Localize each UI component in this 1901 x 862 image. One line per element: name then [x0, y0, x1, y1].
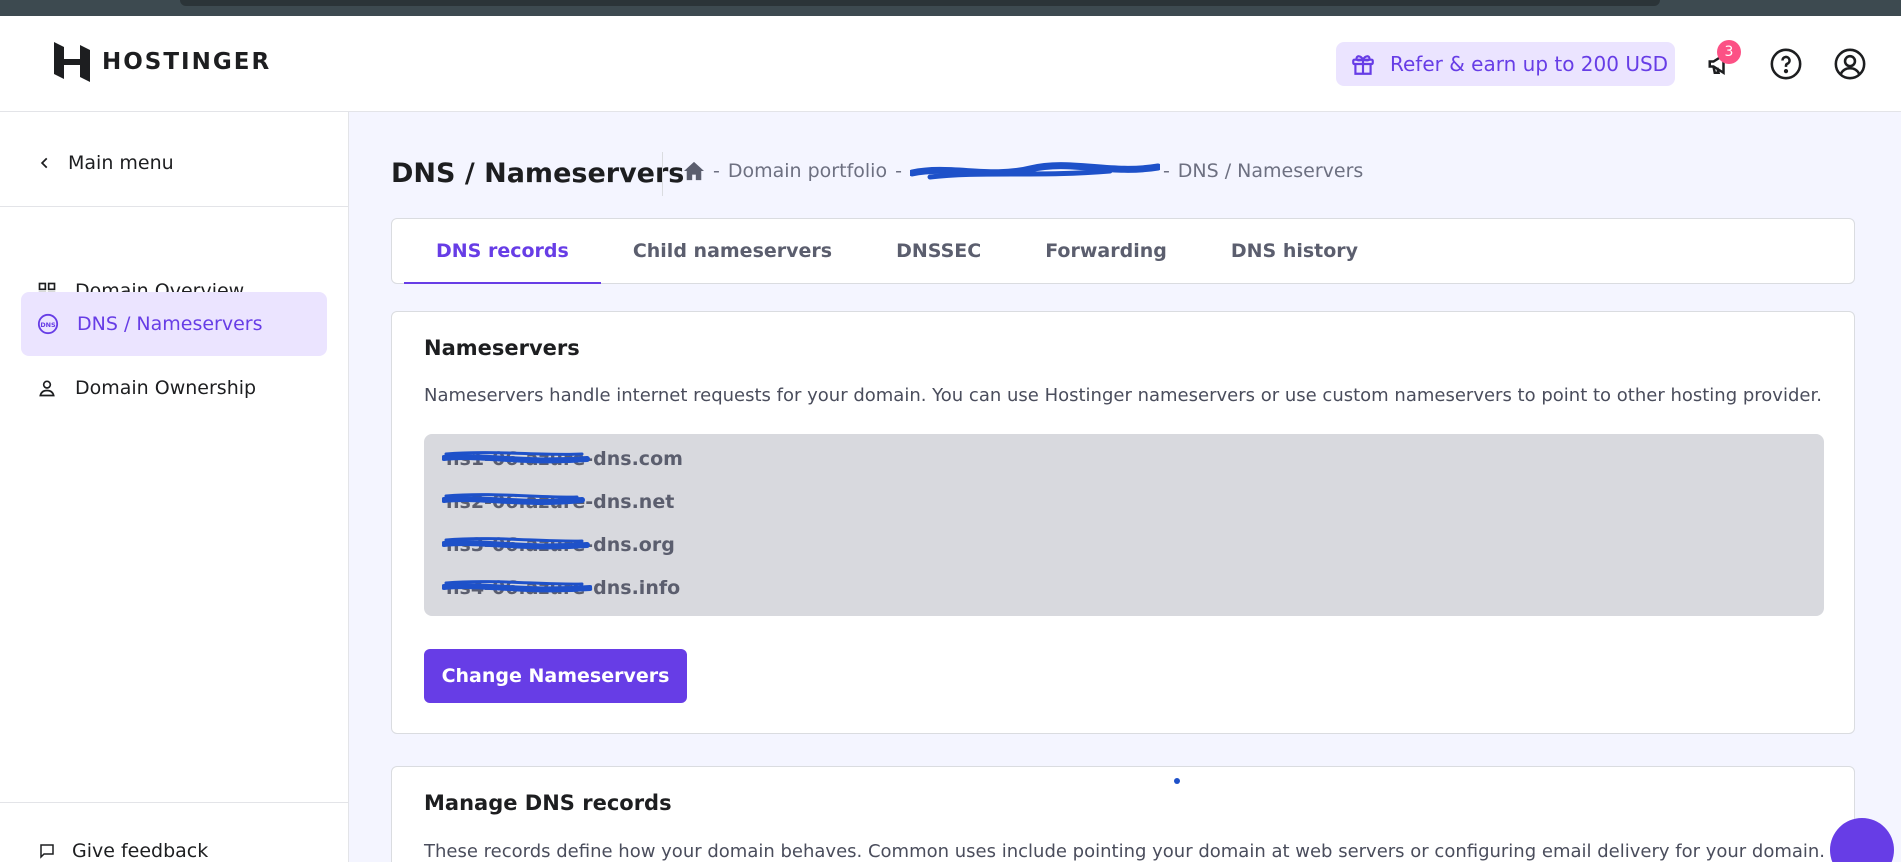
- manage-dns-card: Manage DNS records These records define …: [391, 766, 1855, 862]
- tab-child-nameservers[interactable]: Child nameservers: [601, 219, 864, 283]
- breadcrumb-separator: -: [1162, 160, 1170, 182]
- sidebar-item-label: Domain Ownership: [75, 377, 257, 399]
- manage-dns-title: Manage DNS records: [424, 791, 672, 815]
- give-feedback-label: Give feedback: [72, 840, 209, 862]
- tab-forwarding[interactable]: Forwarding: [1013, 219, 1199, 283]
- top-header: HOSTINGER Refer & earn up to 200 USD 3: [0, 16, 1901, 112]
- sidebar-item-dns-nameservers[interactable]: DNS DNS / Nameservers: [21, 292, 327, 356]
- logo-text: HOSTINGER: [102, 49, 272, 75]
- sidebar: Main menu Domain Overview DNS DNS / Name…: [0, 112, 349, 862]
- breadcrumb-domain-portfolio[interactable]: Domain portfolio: [728, 160, 887, 182]
- page-title: DNS / Nameservers: [391, 158, 685, 189]
- feedback-icon: [40, 844, 54, 859]
- change-nameservers-button[interactable]: Change Nameservers: [424, 649, 687, 703]
- chevron-left-icon: [40, 157, 48, 169]
- sidebar-divider: [0, 206, 349, 207]
- nameserver-item: ns3-06.azure-dns.org: [446, 534, 675, 556]
- manage-dns-description: These records define how your domain beh…: [424, 841, 1826, 862]
- nameservers-title: Nameservers: [424, 336, 580, 360]
- breadcrumb: - Domain portfolio - - DNS / Nameservers: [683, 160, 1363, 182]
- home-icon[interactable]: [683, 161, 705, 181]
- breadcrumb-current: DNS / Nameservers: [1177, 160, 1364, 182]
- tab-dnssec[interactable]: DNSSEC: [864, 219, 1013, 283]
- tab-dns-records[interactable]: DNS records: [404, 219, 601, 284]
- help-icon: [1770, 48, 1802, 80]
- refer-earn-label: Refer & earn up to 200 USD: [1390, 52, 1669, 76]
- hostinger-logo-icon: [54, 42, 90, 82]
- redaction-scribble: [909, 162, 1160, 180]
- title-divider: [662, 152, 663, 196]
- browser-top-strip: [0, 0, 1901, 16]
- browser-address-pill: [180, 0, 1660, 6]
- breadcrumb-domain-redacted[interactable]: [909, 160, 1160, 182]
- sidebar-item-domain-ownership[interactable]: Domain Ownership: [21, 356, 327, 420]
- nameservers-list: ns1-06.azure-dns.com ns2-06.azure-dns.ne…: [424, 434, 1824, 616]
- notifications-button[interactable]: 3: [1703, 40, 1741, 82]
- user-icon: [39, 380, 55, 397]
- refer-earn-button[interactable]: Refer & earn up to 200 USD: [1336, 42, 1675, 86]
- sidebar-divider: [0, 802, 349, 803]
- nameserver-item: ns1-06.azure-dns.com: [446, 448, 683, 470]
- tab-dns-history[interactable]: DNS history: [1199, 219, 1390, 283]
- help-button[interactable]: [1768, 46, 1804, 82]
- hostinger-logo[interactable]: HOSTINGER: [54, 42, 271, 82]
- sidebar-item-label: DNS / Nameservers: [77, 313, 263, 335]
- dns-icon: DNS: [37, 313, 59, 335]
- account-icon: [1834, 48, 1866, 80]
- main-menu-link[interactable]: Main menu: [38, 152, 174, 174]
- nameservers-card: Nameservers Nameservers handle internet …: [391, 311, 1855, 734]
- give-feedback-link[interactable]: Give feedback: [38, 840, 208, 862]
- breadcrumb-separator: -: [713, 160, 720, 182]
- notification-badge: 3: [1717, 40, 1741, 64]
- svg-text:DNS: DNS: [40, 321, 56, 329]
- dns-tabs: DNS records Child nameservers DNSSEC For…: [391, 218, 1855, 284]
- gift-icon: [1352, 55, 1374, 75]
- loading-dot: [1174, 778, 1180, 784]
- nameserver-item: ns2-06.azure-dns.net: [446, 491, 675, 513]
- nameservers-description: Nameservers handle internet requests for…: [424, 385, 1822, 406]
- breadcrumb-separator: -: [895, 160, 902, 182]
- account-button[interactable]: [1832, 46, 1868, 82]
- main-menu-label: Main menu: [68, 152, 174, 174]
- nameserver-item: ns4-06.azure-dns.info: [446, 577, 681, 599]
